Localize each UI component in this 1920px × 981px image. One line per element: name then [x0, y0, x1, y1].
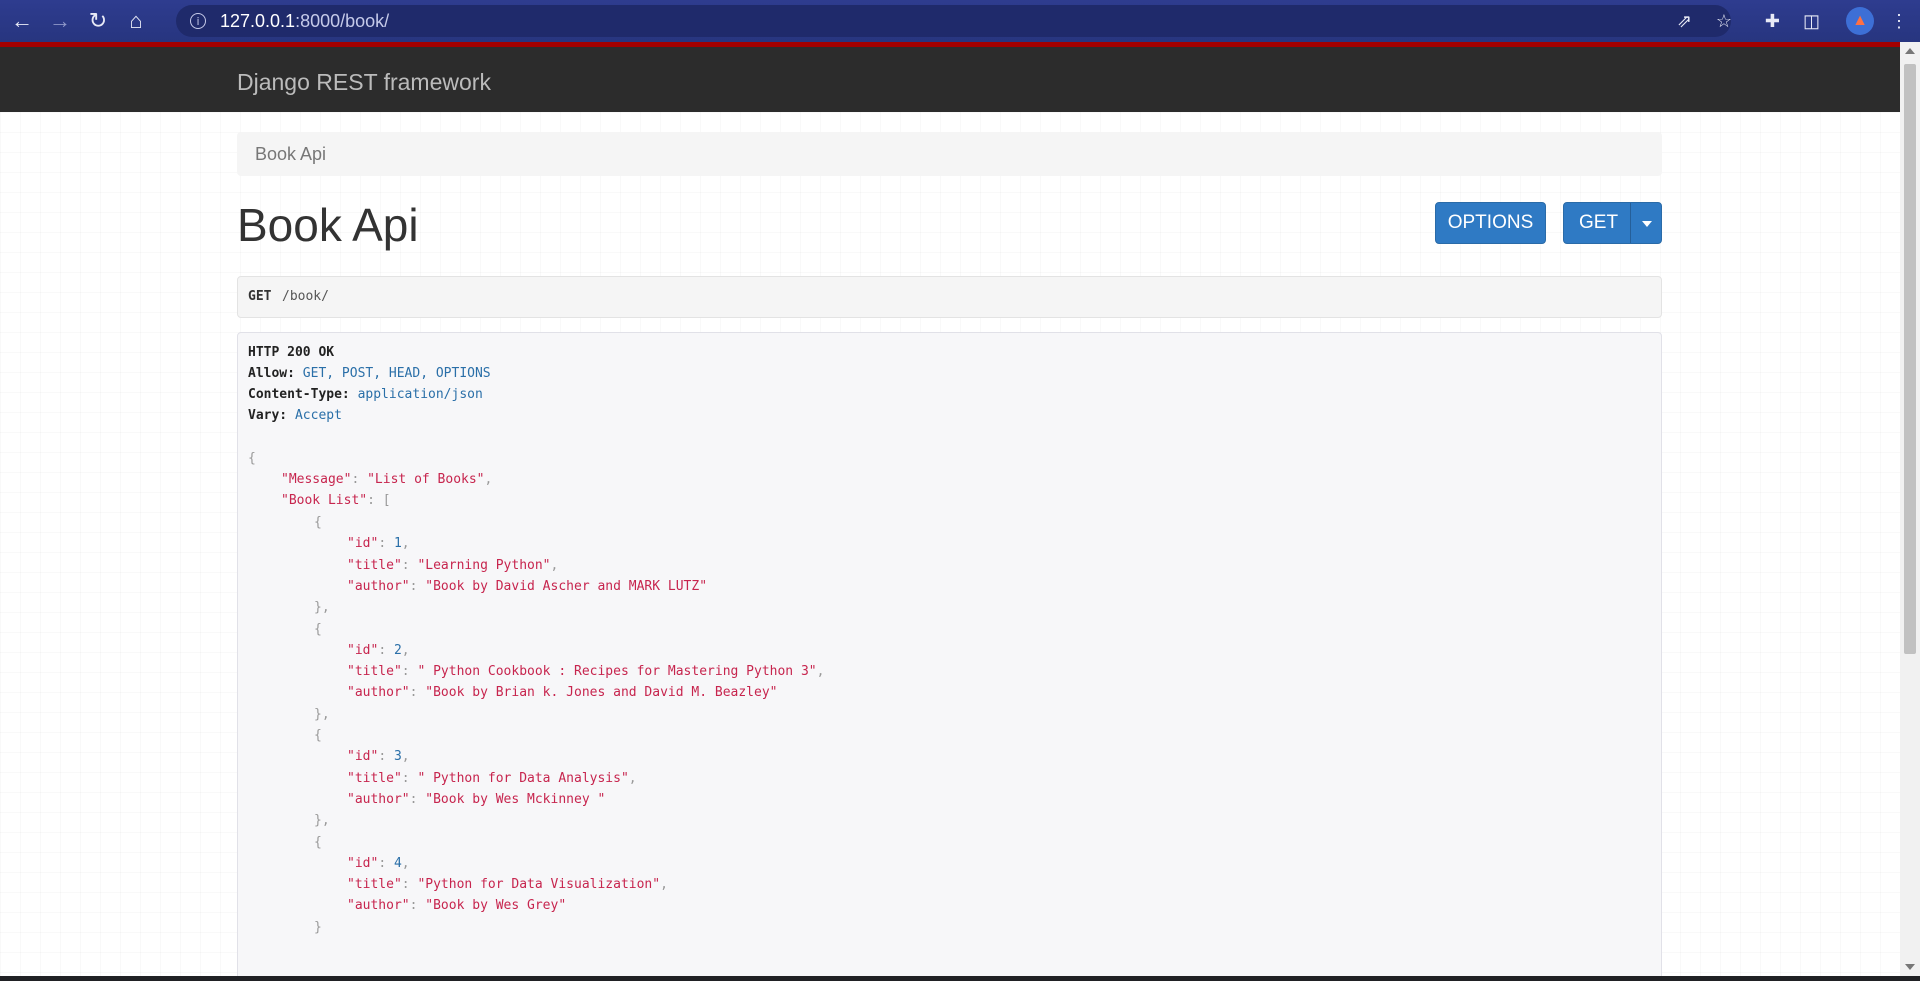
json-object-close: },: [314, 600, 330, 616]
book-author-line: "author": "Book by Wes Mckinney ": [347, 791, 606, 807]
header-value: Accept: [294, 408, 342, 423]
response-info: HTTP 200 OK Allow: GET, POST, HEAD, OPTI…: [237, 332, 1662, 981]
book-author-line: "author": "Book by David Ascher and MARK…: [347, 578, 708, 594]
scroll-down-arrow-icon[interactable]: [1905, 964, 1915, 970]
request-method: GET: [248, 289, 272, 304]
json-open-brace: {: [248, 451, 256, 466]
book-title-line: "title": " Python for Data Analysis",: [347, 770, 637, 786]
book-author: "Book by Wes Grey": [425, 898, 567, 914]
json-object-close: },: [314, 706, 330, 722]
book-author: "Book by David Ascher and MARK LUTZ": [425, 578, 708, 594]
json-string: "List of Books": [367, 472, 485, 487]
status-text: HTTP 200 OK: [248, 345, 335, 360]
home-icon[interactable]: ⌂: [120, 5, 152, 37]
response-header: Vary: Accept: [248, 406, 342, 426]
navbar-brand[interactable]: Django REST framework: [237, 69, 491, 96]
json-object-close: },: [314, 813, 330, 829]
get-button[interactable]: GET: [1563, 202, 1662, 244]
book-id: 3: [393, 749, 402, 765]
options-button-label: OPTIONS: [1447, 212, 1534, 233]
taskbar-edge: [0, 976, 1920, 981]
header-key: Allow:: [248, 366, 295, 381]
caret-down-icon[interactable]: [1642, 221, 1652, 227]
book-title-line: "title": "Learning Python",: [347, 557, 559, 573]
header-value: application/json: [357, 387, 483, 402]
share-icon[interactable]: ⇗: [1677, 11, 1692, 32]
profile-icon[interactable]: ▲: [1846, 7, 1874, 35]
json-book-list: "Book List": [: [281, 493, 391, 508]
book-id: 2: [393, 642, 402, 658]
address-bar[interactable]: i 127.0.0.1:8000/book/: [176, 5, 1731, 37]
scroll-up-arrow-icon[interactable]: [1905, 48, 1915, 54]
json-object-open: {: [314, 515, 322, 530]
response-status: HTTP 200 OK: [248, 343, 334, 363]
scrollbar-thumb[interactable]: [1904, 64, 1916, 654]
json-object-open: {: [314, 834, 322, 850]
header-key: Vary:: [248, 408, 288, 423]
page-scrollbar[interactable]: [1900, 42, 1920, 976]
options-button[interactable]: OPTIONS: [1435, 202, 1546, 244]
book-id-line: "id": 3,: [347, 749, 410, 765]
side-panel-icon[interactable]: ◫: [1803, 11, 1820, 32]
response-header: Allow: GET, POST, HEAD, OPTIONS: [248, 364, 491, 384]
json-message: "Message": "List of Books",: [281, 472, 493, 487]
reload-icon[interactable]: ↻: [82, 5, 114, 37]
bookmark-star-icon[interactable]: ☆: [1716, 11, 1732, 32]
json-key: "Message": [281, 472, 352, 487]
header-key: Content-Type:: [248, 387, 350, 402]
book-title: " Python for Data Analysis": [417, 770, 629, 786]
json-object-open: {: [314, 728, 322, 743]
breadcrumb-item[interactable]: Book Api: [255, 144, 326, 165]
drf-navbar: Django REST framework: [0, 42, 1900, 112]
book-id: 4: [393, 855, 402, 871]
json-object-close: }: [314, 919, 322, 935]
book-id-line: "id": 4,: [347, 855, 410, 871]
page-content: Book Api Book Api OPTIONS GET GET /book/…: [0, 112, 1900, 981]
request-path: /book/: [282, 289, 329, 304]
book-id-line: "id": 1,: [347, 536, 410, 552]
back-icon[interactable]: ←: [6, 5, 38, 37]
book-id-line: "id": 2,: [347, 642, 410, 658]
get-button-divider: [1630, 203, 1631, 243]
header-value: GET, POST, HEAD, OPTIONS: [302, 366, 491, 381]
extensions-icon[interactable]: ✚: [1765, 11, 1780, 32]
get-button-label: GET: [1579, 212, 1619, 233]
menu-icon[interactable]: ⋮: [1890, 11, 1908, 32]
url-text[interactable]: 127.0.0.1:8000/book/: [220, 11, 389, 32]
book-title: " Python Cookbook : Recipes for Masterin…: [417, 664, 817, 680]
site-info-icon[interactable]: i: [190, 13, 206, 29]
json-object-open: {: [314, 621, 322, 637]
forward-icon[interactable]: →: [44, 5, 76, 37]
page-title: Book Api: [237, 199, 419, 251]
book-title: "Learning Python": [417, 557, 551, 573]
browser-toolbar: ← → ↻ ⌂ i 127.0.0.1:8000/book/ ⇗ ☆ ✚ ◫ ▲…: [0, 0, 1920, 42]
response-header: Content-Type: application/json: [248, 385, 483, 405]
book-author: "Book by Brian k. Jones and David M. Bea…: [425, 685, 778, 701]
book-author: "Book by Wes Mckinney ": [425, 791, 606, 807]
breadcrumb: Book Api: [237, 132, 1662, 176]
book-author-line: "author": "Book by Wes Grey": [347, 898, 567, 914]
url-path: :8000/book/: [295, 10, 390, 31]
book-title-line: "title": "Python for Data Visualization"…: [347, 877, 668, 893]
url-host: 127.0.0.1: [220, 10, 296, 31]
book-id: 1: [393, 536, 402, 552]
book-title: "Python for Data Visualization": [417, 877, 661, 893]
book-author-line: "author": "Book by Brian k. Jones and Da…: [347, 685, 778, 701]
json-key: "Book List": [281, 493, 368, 508]
request-info: GET /book/: [237, 276, 1662, 318]
book-title-line: "title": " Python Cookbook : Recipes for…: [347, 664, 825, 680]
